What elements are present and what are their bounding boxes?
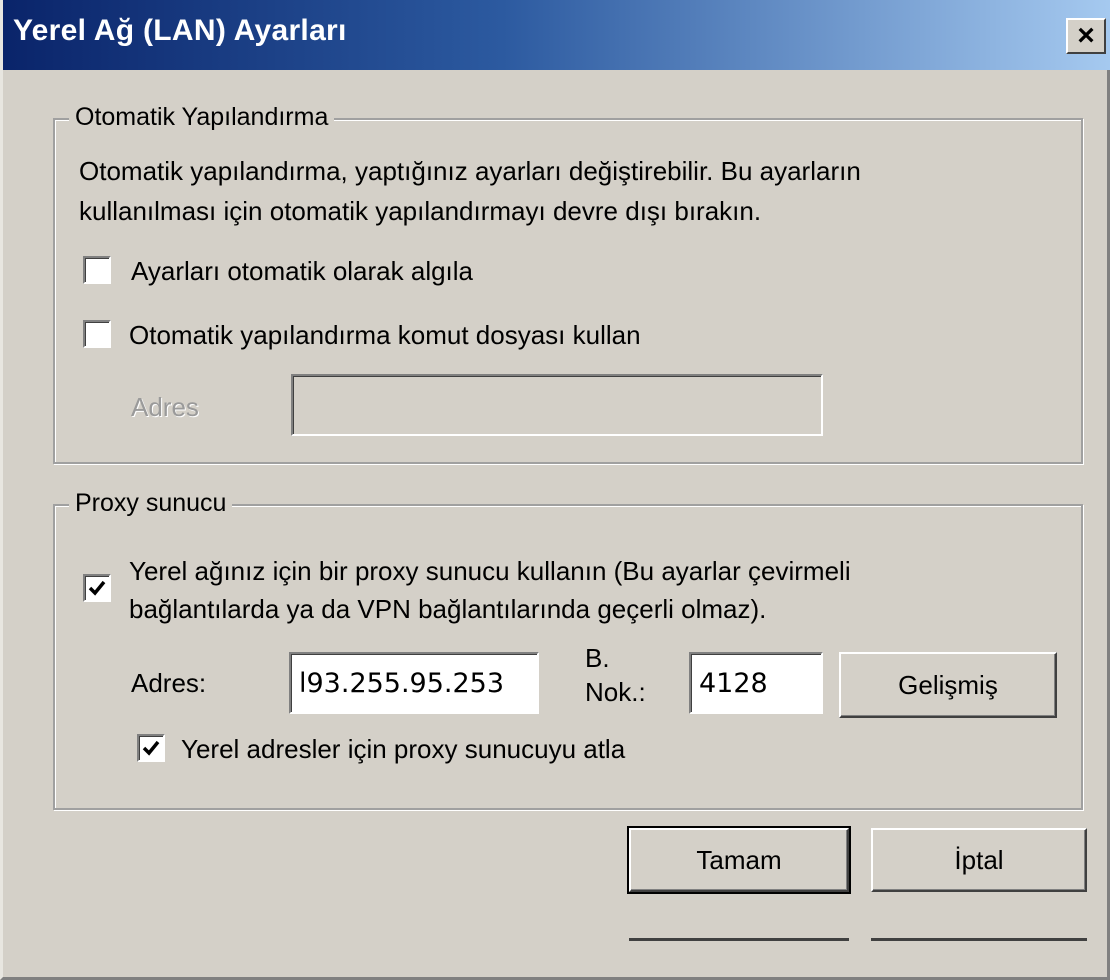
- bypass-local-checkbox[interactable]: [137, 734, 165, 762]
- ok-button[interactable]: Tamam: [627, 826, 851, 894]
- advanced-button[interactable]: Gelişmiş: [839, 652, 1057, 718]
- cancel-button-shadow-line: [871, 938, 1087, 941]
- proxy-address-input[interactable]: l93.255.95.253: [289, 652, 539, 714]
- auto-config-script-checkbox[interactable]: [83, 320, 111, 348]
- use-proxy-label-line2[interactable]: bağlantılarda ya da VPN bağlantılarında …: [129, 590, 766, 628]
- proxy-address-label: Adres:: [131, 668, 207, 698]
- use-proxy-check-icon: [88, 580, 106, 596]
- close-button[interactable]: ×: [1066, 18, 1106, 54]
- port-label-line2: Nok.:: [585, 677, 646, 707]
- detect-settings-checkbox[interactable]: [83, 256, 111, 284]
- lan-settings-dialog: Yerel Ağ (LAN) Ayarları × Otomatik Yapıl…: [0, 0, 1110, 980]
- auto-config-script-label[interactable]: Otomatik yapılandırma komut dosyası kull…: [129, 316, 641, 354]
- use-proxy-label-line1[interactable]: Yerel ağınız için bir proxy sunucu kulla…: [129, 552, 851, 590]
- auto-config-legend: Otomatik Yapılandırma: [69, 103, 335, 132]
- title-bar[interactable]: Yerel Ağ (LAN) Ayarları ×: [3, 0, 1110, 70]
- close-icon: ×: [1077, 19, 1095, 52]
- ok-button-shadow-line: [629, 938, 849, 941]
- port-label-line1: B.: [585, 643, 610, 673]
- auto-config-description-line2: kullanılması için otomatik yapılandırmay…: [79, 196, 762, 226]
- auto-config-address-label: Adres: [131, 392, 199, 422]
- cancel-button[interactable]: İptal: [871, 828, 1087, 892]
- auto-config-address-input[interactable]: [291, 374, 823, 436]
- window-title: Yerel Ağ (LAN) Ayarları: [13, 14, 347, 47]
- use-proxy-checkbox[interactable]: [83, 574, 111, 602]
- proxy-server-legend: Proxy sunucu: [69, 489, 233, 518]
- bypass-local-check-icon: [142, 740, 160, 756]
- detect-settings-label[interactable]: Ayarları otomatik olarak algıla: [131, 252, 473, 290]
- bypass-local-label[interactable]: Yerel adresler için proxy sunucuyu atla: [181, 730, 625, 768]
- auto-config-description-line1: Otomatik yapılandırma, yaptığınız ayarla…: [79, 156, 861, 186]
- port-input[interactable]: 4128: [689, 652, 823, 714]
